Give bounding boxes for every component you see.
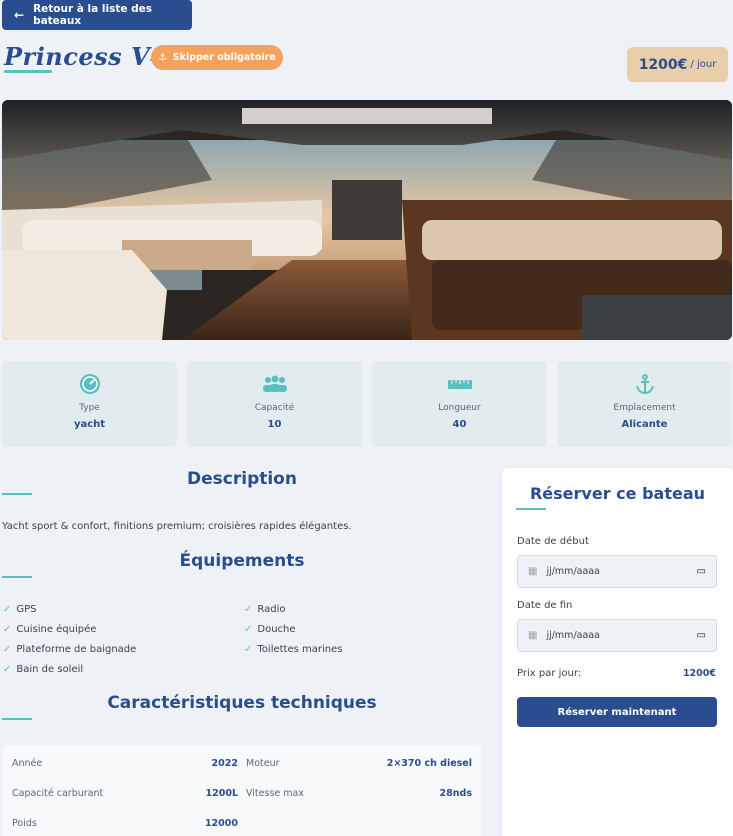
- title-underline: [4, 70, 52, 73]
- spec-value: 2022: [211, 758, 238, 769]
- check-icon: ✓: [3, 664, 12, 675]
- equipment-label: GPS: [16, 604, 37, 615]
- equipment-item: ✓ Plateforme de baignade: [3, 644, 136, 655]
- stat-label: Capacité: [254, 403, 295, 413]
- end-date-input[interactable]: ▦ jj/mm/aaaa ▭: [517, 619, 717, 652]
- equipment-label: Cuisine équipée: [16, 624, 97, 635]
- calendar-icon: ▦: [528, 630, 538, 641]
- spec-value: 2×370 ch diesel: [386, 758, 472, 769]
- equipment-label: Toilettes marines: [257, 644, 343, 655]
- price-badge: 1200€ / jour: [627, 47, 728, 82]
- booking-title: Réserver ce bateau: [529, 484, 706, 503]
- stat-length: Longueur 40: [372, 361, 547, 447]
- equipment-title: Équipements: [179, 551, 305, 571]
- stat-value: 10: [267, 419, 282, 430]
- stat-label: Longueur: [438, 403, 481, 413]
- check-icon: ✓: [3, 624, 12, 635]
- spec-label: Capacité carburant: [12, 788, 104, 799]
- spec-value: 1200L: [205, 788, 239, 799]
- price-per-day-label: Prix par jour:: [517, 668, 582, 679]
- boat-photo: [2, 100, 732, 340]
- check-icon: ✓: [244, 644, 253, 655]
- date-picker-icon[interactable]: ▭: [697, 630, 706, 641]
- equipment-item: ✓ Cuisine équipée: [3, 624, 96, 635]
- anchor-icon: ⚓: [158, 52, 167, 63]
- yacht-interior-photo: [2, 100, 732, 340]
- spec-label: Année: [12, 758, 43, 769]
- equipment-item: ✓ Toilettes marines: [244, 644, 342, 655]
- end-date-label: Date de fin: [517, 600, 573, 611]
- equipment-label: Douche: [257, 624, 296, 635]
- start-date-placeholder: jj/mm/aaaa: [546, 566, 600, 577]
- skipper-badge-label: Skipper obligatoire: [172, 52, 276, 63]
- price-unit: / jour: [690, 59, 717, 70]
- speedometer-icon: [2, 373, 177, 395]
- check-icon: ✓: [3, 644, 12, 655]
- equipment-accent-line: [2, 576, 32, 578]
- boat-stats: Type yacht Capacité 10 Longueur 40 Empla…: [2, 361, 732, 447]
- calendar-icon: ▦: [528, 566, 538, 577]
- book-now-button[interactable]: Réserver maintenant: [517, 697, 717, 727]
- equipment-item: ✓ Douche: [244, 624, 296, 635]
- stat-value: 40: [452, 419, 467, 430]
- ruler-icon: [372, 373, 547, 395]
- description-accent-line: [2, 493, 32, 495]
- booking-accent-line: [516, 508, 546, 510]
- skipper-badge: ⚓ Skipper obligatoire: [151, 45, 283, 70]
- check-icon: ✓: [244, 624, 253, 635]
- price-per-day-value: 1200€: [682, 668, 716, 679]
- stat-location: Emplacement Alicante: [557, 361, 732, 447]
- users-icon: [187, 373, 362, 395]
- end-date-placeholder: jj/mm/aaaa: [546, 630, 600, 641]
- stat-type: Type yacht: [2, 361, 177, 447]
- booking-card: Réserver ce bateau Date de début ▦ jj/mm…: [502, 468, 733, 836]
- spec-value: 12000: [204, 818, 238, 829]
- spec-label: Poids: [12, 818, 37, 829]
- equipment-item: ✓ Radio: [244, 604, 286, 615]
- stat-capacity: Capacité 10: [187, 361, 362, 447]
- equipment-item: ✓ Bain de soleil: [3, 664, 83, 675]
- specs-accent-line: [2, 718, 32, 720]
- back-to-list-button[interactable]: ← Retour à la liste des bateaux: [2, 0, 192, 30]
- equipment-label: Plateforme de baignade: [16, 644, 137, 655]
- arrow-left-icon: ←: [14, 8, 25, 22]
- check-icon: ✓: [244, 604, 253, 615]
- anchor-icon: [557, 373, 732, 395]
- stat-label: Type: [79, 403, 100, 413]
- equipment-label: Bain de soleil: [16, 664, 84, 675]
- specs-title: Caractéristiques techniques: [107, 693, 377, 713]
- stat-value: Alicante: [621, 419, 668, 430]
- stat-value: yacht: [73, 419, 106, 430]
- back-button-label: Retour à la liste des bateaux: [33, 3, 153, 27]
- check-icon: ✓: [3, 604, 12, 615]
- price-amount: 1200€: [638, 56, 688, 73]
- spec-label: Moteur: [246, 758, 280, 769]
- spec-label: Vitesse max: [246, 788, 304, 799]
- date-picker-icon[interactable]: ▭: [697, 566, 706, 577]
- equipment-label: Radio: [257, 604, 286, 615]
- start-date-input[interactable]: ▦ jj/mm/aaaa ▭: [517, 555, 717, 588]
- spec-value: 28nds: [439, 788, 472, 799]
- equipment-item: ✓ GPS: [3, 604, 37, 615]
- description-text: Yacht sport & confort, finitions premium…: [2, 521, 352, 532]
- specs-card: Année 2022 Moteur 2×370 ch diesel Capaci…: [2, 745, 482, 836]
- stat-label: Emplacement: [613, 403, 676, 413]
- start-date-label: Date de début: [517, 536, 589, 547]
- description-title: Description: [187, 469, 297, 489]
